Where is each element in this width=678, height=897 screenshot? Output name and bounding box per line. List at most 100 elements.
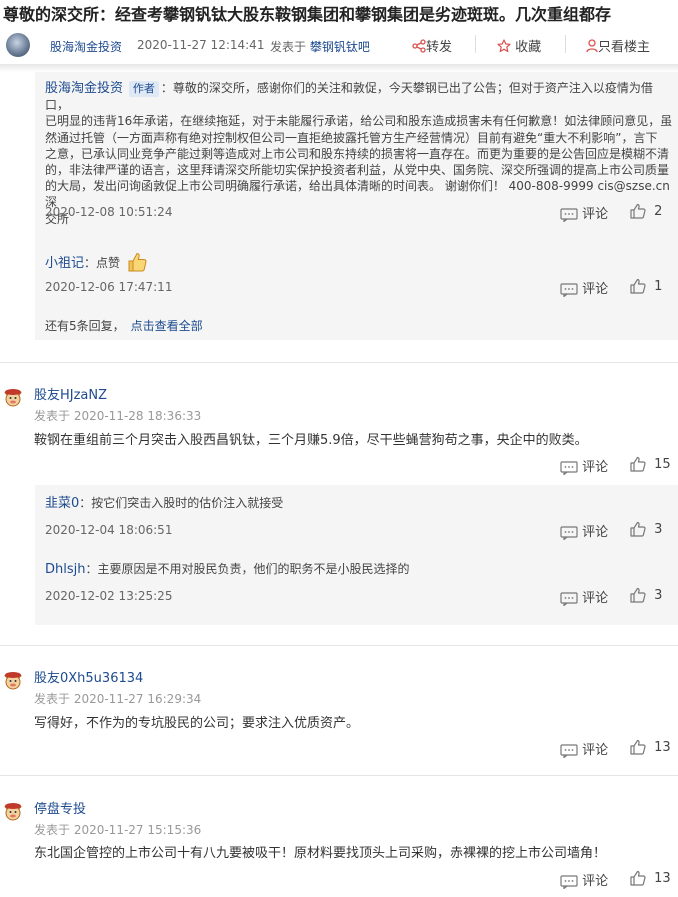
- reply-item: 小祖记：点赞: [45, 251, 675, 273]
- post-divider: [0, 362, 678, 363]
- post-date: 2020-11-27 12:14:41: [137, 38, 265, 52]
- comment-label: 评论: [582, 460, 609, 475]
- like-button[interactable]: 13: [630, 739, 671, 755]
- comment-label: 评论: [582, 282, 609, 297]
- thumbs-up-icon: [630, 456, 646, 472]
- comment-label: 评论: [582, 743, 609, 758]
- comment-label: 评论: [582, 591, 609, 606]
- reply-item: Dhlsjh：主要原因是不用对股民负责，他们的职务不是小股民选择的: [45, 561, 675, 578]
- reply-box: 股海淘金投资 作者 ：尊敬的深交所，感谢你们的关注和敦促，今天攀钢已出了公告；但对…: [35, 72, 678, 340]
- like-button[interactable]: 2: [630, 203, 662, 219]
- like-count: 13: [654, 739, 671, 755]
- like-button[interactable]: 3: [630, 587, 662, 603]
- author-avatar[interactable]: [6, 33, 30, 57]
- post-body: 东北国企管控的上市公司十有八九要被吸干！原材料要找顶头上司采购，赤裸裸的挖上市公…: [34, 846, 607, 861]
- comment-label: 评论: [582, 874, 609, 889]
- comment-label: 评论: [582, 207, 609, 222]
- reply-text: ：按它们突击入股时的估价注入就接受: [79, 496, 284, 510]
- more-replies-text: 还有5条回复，: [45, 319, 125, 333]
- post-time: 发表于 2020-11-27 15:15:36: [34, 823, 202, 837]
- board-link[interactable]: 攀钢钒钛吧: [310, 40, 370, 54]
- user-avatar-icon[interactable]: [2, 669, 24, 691]
- reply-text-line: 然通过托管（一方面声称有绝对控制权但公司一直拒绝披露托管方生产经营情况）目前有避…: [45, 130, 658, 145]
- comment-button[interactable]: 评论: [560, 521, 608, 540]
- post-time: 发表于 2020-11-27 16:29:34: [34, 692, 202, 706]
- only-op-button[interactable]: 只看楼主: [586, 36, 650, 55]
- comment-icon: [560, 208, 578, 222]
- reply-author-link[interactable]: 小祖记: [45, 256, 84, 271]
- thumbs-up-icon: [630, 870, 646, 886]
- reply-time: 2020-12-06 17:47:11: [45, 280, 173, 294]
- post-body: 鞍钢在重组前三个月突击入股西昌钒钛，三个月赚5.9倍，尽干些蝇营狗苟之事，央企中…: [34, 433, 588, 448]
- comment-button[interactable]: 评论: [560, 587, 608, 606]
- comment-button[interactable]: 评论: [560, 278, 608, 297]
- reply-time: 2020-12-08 10:51:24: [45, 205, 173, 219]
- reply-time: 2020-12-04 18:06:51: [45, 523, 173, 537]
- like-count: 2: [654, 203, 663, 219]
- thumbs-up-icon: [630, 203, 646, 219]
- post-divider: [0, 775, 678, 776]
- like-button[interactable]: 1: [630, 278, 662, 294]
- comment-label: 评论: [582, 525, 609, 540]
- comment-icon: [560, 526, 578, 540]
- user-avatar-icon[interactable]: [2, 800, 24, 822]
- reply-text: ：点赞: [84, 256, 121, 270]
- share-icon: [412, 39, 426, 53]
- comment-icon: [560, 283, 578, 297]
- thumbs-up-icon: [630, 739, 646, 755]
- reply-text-line: 已明显的违背16年承诺，在继续拖延，对于未能履行承诺，给公司和股东造成损害未有任…: [45, 114, 673, 129]
- post-divider: [0, 645, 678, 646]
- author-name-link[interactable]: 股海淘金投资: [50, 38, 122, 55]
- reply-author-link[interactable]: 韭菜0: [45, 496, 79, 511]
- only-op-label: 只看楼主: [598, 40, 651, 55]
- post-body: 写得好，不作为的专坑股民的公司；要求注入优质资产。: [34, 716, 360, 731]
- post-title: 尊敬的深交所：经查考攀钢钒钛大股东鞍钢集团和攀钢集团是劣迹斑斑。几次重组都存: [3, 5, 612, 24]
- action-divider: [475, 35, 476, 53]
- author-badge: 作者: [128, 81, 159, 97]
- like-button[interactable]: 13: [630, 870, 671, 886]
- comment-button[interactable]: 评论: [560, 203, 608, 222]
- post-meta-bar: 股海淘金投资 2020-11-27 12:14:41 发表于 攀钢钒钛吧 转发 …: [0, 30, 678, 66]
- post-author-link[interactable]: 股友0Xh5u36134: [34, 667, 143, 686]
- collect-label: 收藏: [515, 40, 542, 55]
- like-count: 1: [654, 278, 663, 294]
- reply-box: 韭菜0：按它们突击入股时的估价注入就接受 2020-12-04 18:06:51…: [35, 485, 678, 625]
- user-avatar-icon[interactable]: [2, 386, 24, 408]
- like-button[interactable]: 15: [630, 456, 671, 472]
- comment-icon: [560, 592, 578, 606]
- reply-text-line: 的，非法律严谨的语言，这里拜请深交所能切实保护投资者利益，从党中央、国务院、深交…: [45, 163, 670, 178]
- posted-in-prefix: 发表于: [270, 40, 307, 54]
- reply-author-link[interactable]: 股海淘金投资: [45, 81, 123, 96]
- comment-icon: [560, 875, 578, 889]
- reply-item: 韭菜0：按它们突击入股时的估价注入就接受: [45, 495, 675, 512]
- reply-author-link[interactable]: Dhlsjh: [45, 562, 86, 577]
- thumbs-up-icon: [630, 587, 646, 603]
- action-divider: [565, 35, 566, 53]
- share-label: 转发: [426, 40, 453, 55]
- posted-in: 发表于 攀钢钒钛吧: [270, 38, 370, 55]
- collect-button[interactable]: 收藏: [497, 36, 541, 55]
- comment-button[interactable]: 评论: [560, 456, 608, 475]
- share-button[interactable]: 转发: [412, 36, 452, 55]
- thumbs-up-icon: [630, 521, 646, 537]
- comment-button[interactable]: 评论: [560, 739, 608, 758]
- thumbs-up-icon: [630, 278, 646, 294]
- post-time: 发表于 2020-11-28 18:36:33: [34, 409, 202, 423]
- reply-text: ：主要原因是不用对股民负责，他们的职务不是小股民选择的: [85, 562, 410, 576]
- more-replies: 还有5条回复， 点击查看全部: [45, 317, 203, 334]
- view-all-replies-link[interactable]: 点击查看全部: [131, 319, 203, 333]
- person-icon: [586, 39, 598, 53]
- comment-icon: [560, 744, 578, 758]
- post-author-link[interactable]: 停盘专投: [34, 798, 86, 817]
- like-button[interactable]: 3: [630, 521, 662, 537]
- like-count: 3: [654, 521, 663, 537]
- thumbs-up-emoji-icon: [128, 252, 147, 272]
- meta-shadow: [0, 64, 678, 72]
- like-count: 15: [654, 456, 671, 472]
- reply-text-line: 之意，已承认同业竞争产能过剩等造成对上市公司和股东持续的损害将一直存在。而更为重…: [45, 146, 670, 161]
- like-count: 3: [654, 587, 663, 603]
- comment-button[interactable]: 评论: [560, 870, 608, 889]
- post-author-link[interactable]: 股友HJzaNZ: [34, 384, 107, 403]
- reply-time: 2020-12-02 13:25:25: [45, 589, 173, 603]
- comment-icon: [560, 461, 578, 475]
